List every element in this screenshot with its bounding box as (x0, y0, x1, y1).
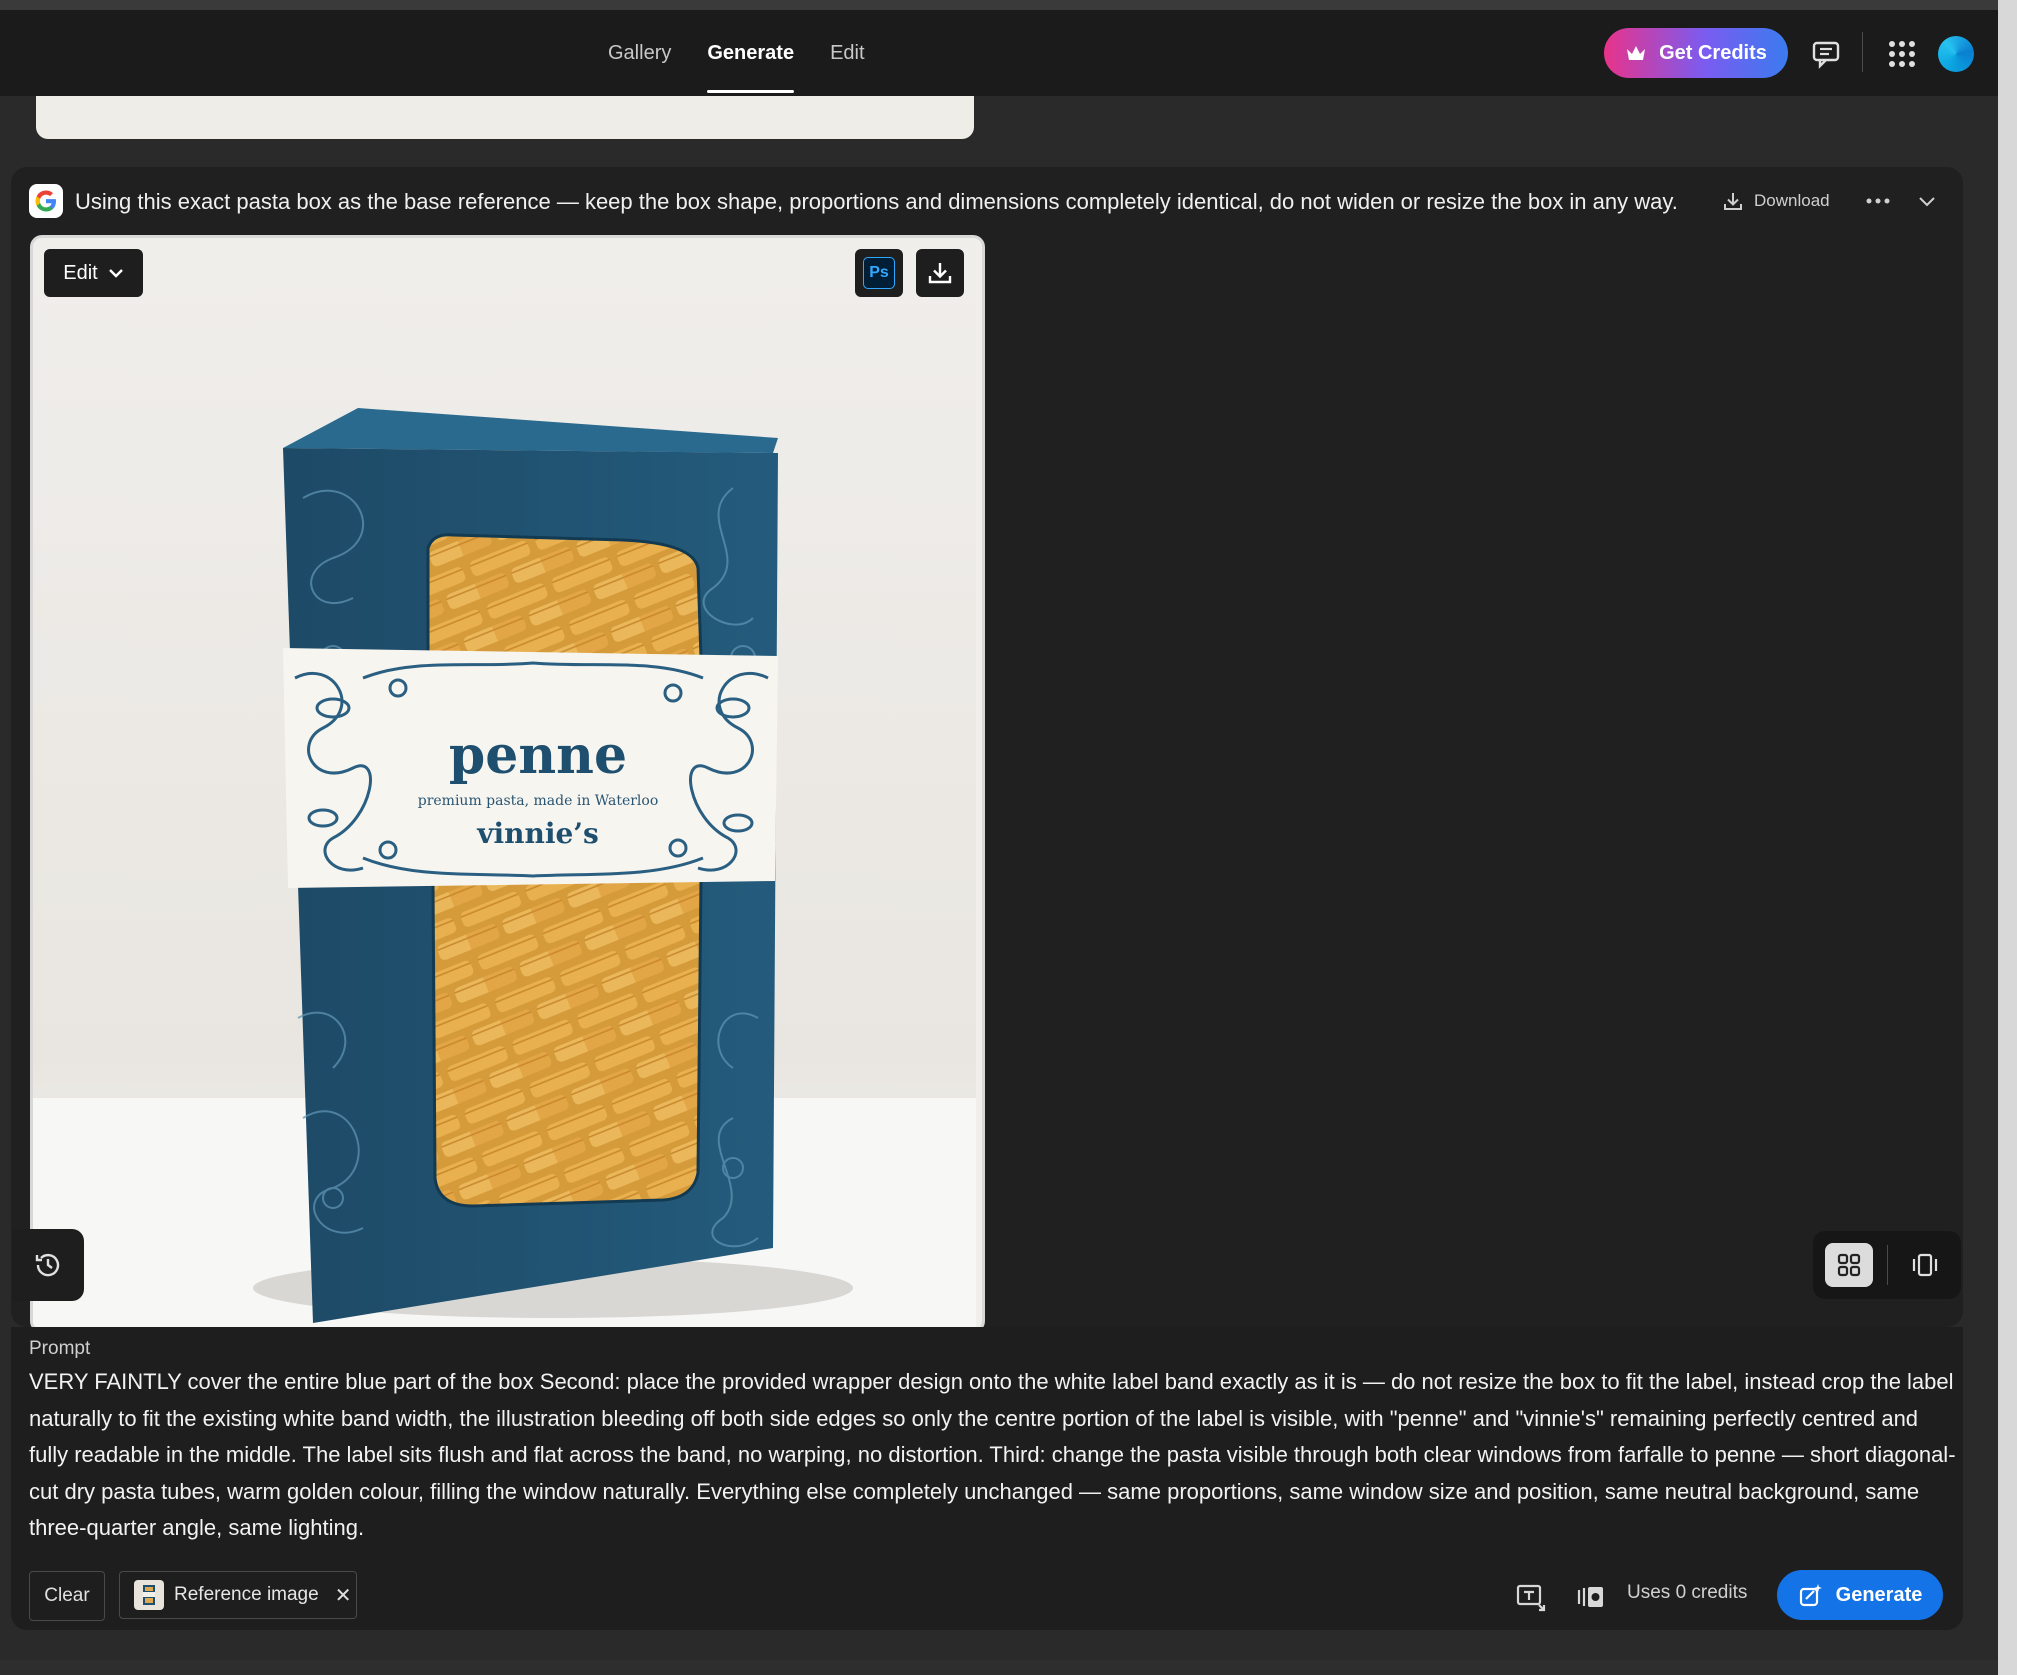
chevron-down-icon (108, 269, 123, 278)
scrollbar[interactable] (1998, 0, 2017, 1675)
open-in-photoshop-button[interactable]: Ps (855, 249, 903, 297)
close-icon[interactable]: ✕ (335, 1583, 352, 1608)
credits-usage-text: Uses 0 credits (1627, 1582, 1748, 1603)
download-label: Download (1754, 191, 1830, 210)
label-tagline: premium pasta, made in Waterloo (418, 793, 659, 809)
tab-gallery[interactable]: Gallery (590, 10, 689, 96)
divider (1887, 1245, 1888, 1285)
feedback-icon[interactable] (1808, 36, 1844, 72)
view-toggle (1813, 1231, 1961, 1299)
main-nav: Gallery Generate Edit (590, 10, 883, 96)
reference-thumbnail (134, 1580, 164, 1610)
pasta-box-image: penne premium pasta, made in Waterloo vi… (33, 238, 976, 1330)
generate-icon (1799, 1584, 1822, 1607)
grid-view-icon (1837, 1253, 1861, 1277)
tab-generate[interactable]: Generate (689, 10, 812, 96)
clear-button[interactable]: Clear (29, 1571, 105, 1621)
get-credits-label: Get Credits (1659, 41, 1767, 64)
edit-dropdown-button[interactable]: Edit (44, 249, 143, 297)
divider (1862, 32, 1863, 72)
prompt-textarea[interactable]: VERY FAINTLY cover the entire blue part … (29, 1364, 1959, 1547)
tab-edit[interactable]: Edit (812, 10, 882, 96)
generated-image[interactable]: penne premium pasta, made in Waterloo vi… (30, 235, 985, 1333)
get-credits-button[interactable]: Get Credits (1604, 28, 1788, 78)
apps-grid-icon[interactable] (1884, 36, 1920, 72)
download-image-button[interactable] (916, 249, 964, 297)
history-button[interactable] (12, 1229, 84, 1301)
chevron-down-icon[interactable] (1912, 188, 1942, 214)
google-model-icon (29, 184, 63, 218)
more-options-icon[interactable] (1862, 188, 1894, 214)
label-brand: vinnie’s (476, 817, 599, 850)
window-top-strip (0, 0, 2017, 10)
crown-icon (1627, 46, 1646, 60)
reference-image-label: Reference image (174, 1584, 319, 1605)
bottom-strip (0, 1660, 1998, 1675)
top-bar: Gallery Generate Edit Get Credits (0, 10, 1998, 96)
download-link[interactable]: Download (1722, 186, 1830, 216)
download-icon (928, 263, 952, 284)
previous-result-card (36, 96, 974, 139)
single-view-icon (1912, 1253, 1938, 1277)
history-icon (35, 1253, 60, 1277)
grid-view-button[interactable] (1825, 1243, 1873, 1287)
photoshop-icon: Ps (863, 257, 895, 289)
prompt-label: Prompt (29, 1338, 91, 1359)
reference-image-chip[interactable]: Reference image ✕ (119, 1571, 357, 1619)
edit-dropdown-label: Edit (63, 261, 98, 284)
result-prompt-preview: Using this exact pasta box as the base r… (75, 189, 1678, 214)
text-to-image-settings-icon[interactable] (1514, 1580, 1548, 1614)
user-avatar[interactable] (1938, 36, 1974, 72)
download-icon (1724, 193, 1742, 210)
generate-button[interactable]: Generate (1777, 1570, 1943, 1620)
single-view-button[interactable] (1901, 1243, 1949, 1287)
generate-label: Generate (1835, 1583, 1923, 1606)
style-reference-icon[interactable] (1574, 1580, 1608, 1614)
label-product-name: penne (449, 725, 627, 786)
